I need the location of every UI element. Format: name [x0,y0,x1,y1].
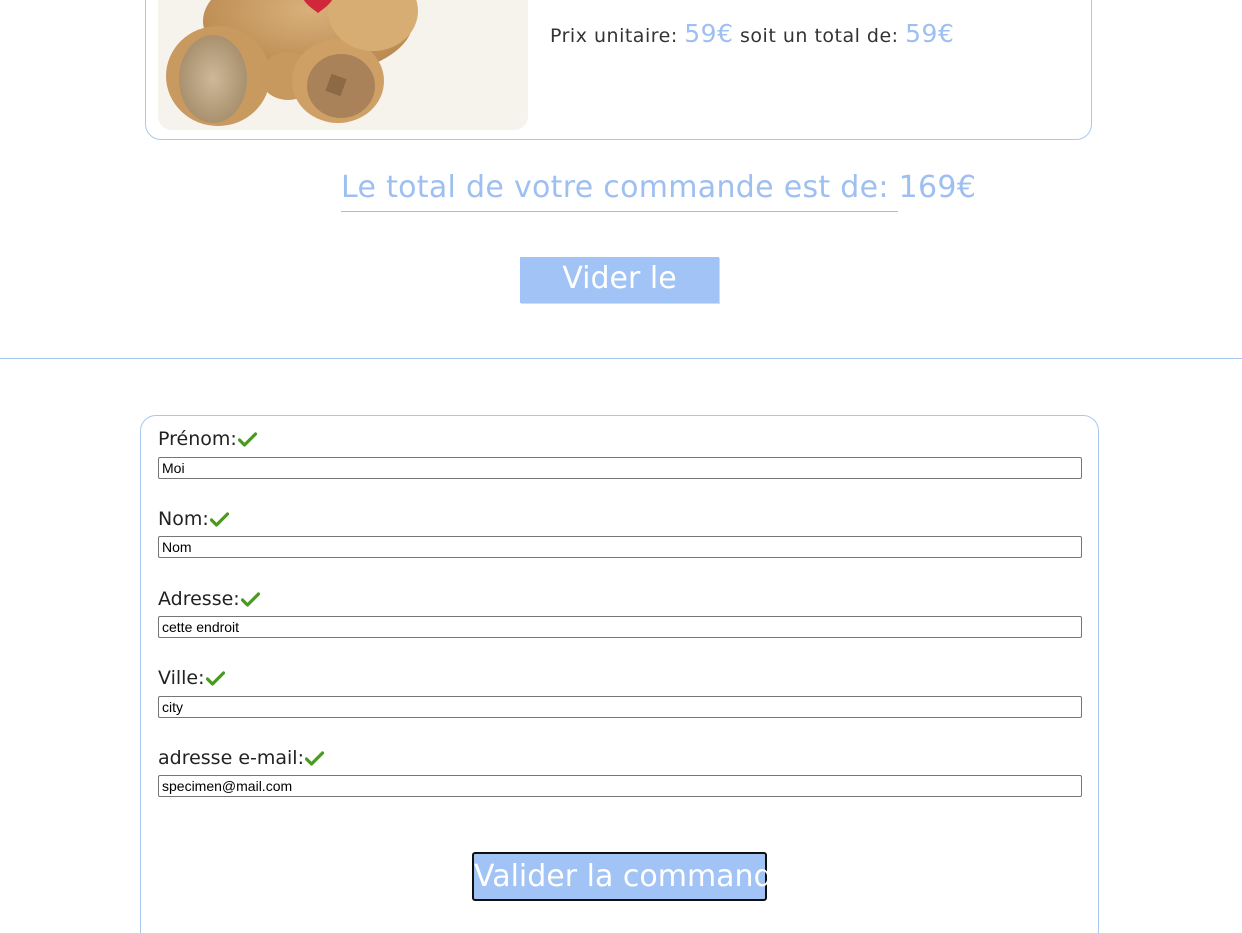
email-label: adresse e-mail: [158,747,324,769]
checkmark-icon [237,431,257,447]
city-label-text: Ville: [158,667,205,689]
empty-cart-button[interactable]: Vider le panier [520,257,719,340]
first-name-label-text: Prénom: [158,428,237,450]
product-total-value: 59€ [905,19,955,48]
product-card: Prix unitaire: 59€ soit un total de: 59€ [145,0,1092,140]
city-label: Ville: [158,667,225,689]
address-label: Adresse: [158,588,260,610]
address-input[interactable] [158,616,1082,638]
section-divider [0,358,1242,359]
order-total-value: 169€ [898,170,977,205]
product-image-teddy-bear [158,0,528,130]
checkmark-icon [205,670,225,686]
unit-price-label: Prix unitaire: [550,25,678,47]
order-form: Prénom: Nom: Adresse: Ville: adresse e-m… [140,415,1099,933]
last-name-label-text: Nom: [158,508,209,530]
checkmark-icon [209,511,229,527]
order-total-label: Le total de votre commande est de: [341,170,889,205]
first-name-input[interactable] [158,457,1082,479]
checkmark-icon [304,750,324,766]
email-input[interactable] [158,775,1082,797]
last-name-input[interactable] [158,536,1082,558]
order-total: Le total de votre commande est de: 169€ [341,170,976,212]
unit-price-value: 59€ [684,19,734,48]
validate-order-button[interactable]: Valider la commande [472,852,791,901]
checkmark-icon [240,591,260,607]
email-label-text: adresse e-mail: [158,747,304,769]
city-input[interactable] [158,696,1082,718]
last-name-label: Nom: [158,508,229,530]
product-price-line: Prix unitaire: 59€ soit un total de: 59€ [550,19,954,48]
address-label-text: Adresse: [158,588,240,610]
product-total-label: soit un total de: [740,25,899,47]
first-name-label: Prénom: [158,428,257,450]
teddy-bear-illustration [158,0,528,130]
page: Prix unitaire: 59€ soit un total de: 59€… [0,0,1242,933]
